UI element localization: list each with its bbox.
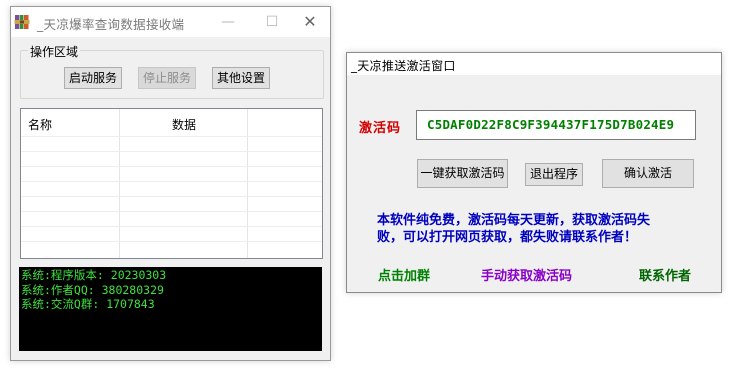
- log-line: 系统:程序版本: 20230303: [21, 268, 167, 282]
- notice-line: 败，可以打开网页获取，都失败请联系作者！: [377, 230, 638, 245]
- title-bar[interactable]: _天凉推送激活窗口: [347, 53, 721, 75]
- grid-line: [21, 226, 322, 227]
- list-header: 名称 数据: [21, 109, 322, 136]
- contact-author-link[interactable]: 联系作者: [639, 265, 691, 284]
- start-service-button[interactable]: 启动服务: [64, 67, 122, 89]
- grid-line: [21, 196, 322, 197]
- data-list[interactable]: 名称 数据: [20, 108, 323, 259]
- maximize-button[interactable]: ☐: [258, 11, 286, 33]
- activation-window: _天凉推送激活窗口 激活码 C5DAF0D22F8C9F394437F175D7…: [346, 52, 722, 293]
- grid-line: [21, 151, 322, 152]
- minimize-button[interactable]: —: [214, 11, 242, 33]
- manual-get-code-link[interactable]: 手动获取激活码: [481, 265, 572, 284]
- close-button[interactable]: ✕: [296, 11, 324, 33]
- column-header-name[interactable]: 名称: [28, 116, 52, 133]
- notice-line: 本软件纯免费，激活码每天更新，获取激活码失: [377, 213, 651, 228]
- stop-service-button[interactable]: 停止服务: [138, 67, 196, 89]
- group-title: 操作区域: [28, 43, 81, 60]
- activation-code-label: 激活码: [359, 121, 402, 136]
- grid-line: [21, 241, 322, 242]
- window-title: _天凉推送激活窗口: [351, 59, 456, 73]
- title-bar[interactable]: _天凉爆率查询数据接收端 — ☐ ✕: [11, 7, 330, 37]
- exit-program-button[interactable]: 退出程序: [525, 163, 583, 186]
- grid-line: [21, 166, 322, 167]
- join-group-link[interactable]: 点击加群: [378, 265, 430, 284]
- notice-text: 本软件纯免费，激活码每天更新，获取激活码失 败，可以打开网页获取，都失败请联系作…: [377, 212, 707, 246]
- activation-code-input[interactable]: C5DAF0D22F8C9F394437F175D7B024E9: [416, 110, 696, 140]
- get-activation-code-button[interactable]: 一键获取激活码: [417, 159, 508, 188]
- window-title: _天凉爆率查询数据接收端: [37, 17, 185, 32]
- grid-line: [21, 211, 322, 212]
- winrar-books-icon: [14, 15, 30, 29]
- grid-line: [21, 136, 322, 137]
- server-window: _天凉爆率查询数据接收端 — ☐ ✕ 操作区域 启动服务 停止服务 其他设置 名…: [10, 6, 331, 361]
- column-divider: [119, 109, 120, 258]
- log-line: 系统:交流Q群: 1707843: [21, 297, 155, 311]
- column-header-data[interactable]: 数据: [172, 116, 196, 133]
- log-console[interactable]: 系统:程序版本: 20230303 系统:作者QQ: 380280329 系统:…: [19, 267, 322, 351]
- column-divider: [247, 109, 248, 258]
- grid-line: [21, 181, 322, 182]
- log-line: 系统:作者QQ: 380280329: [21, 282, 164, 297]
- confirm-activation-button[interactable]: 确认激活: [602, 159, 694, 188]
- other-settings-button[interactable]: 其他设置: [212, 67, 270, 89]
